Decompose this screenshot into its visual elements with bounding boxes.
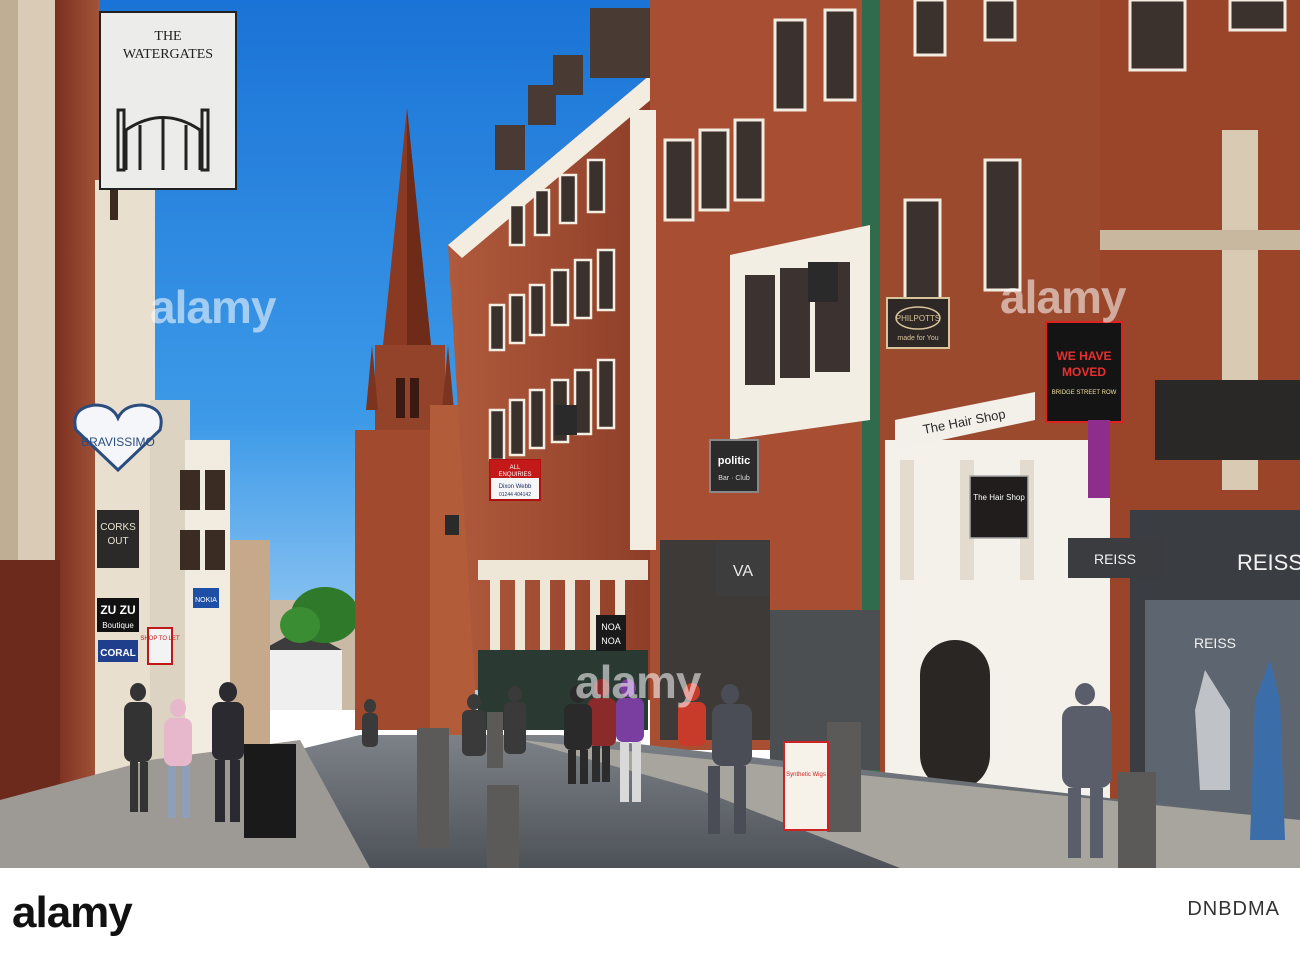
nokia-sign: NOKIA xyxy=(193,588,219,608)
footer-logo: alamy xyxy=(12,888,133,937)
we-have-line1: WE HAVE xyxy=(1056,349,1111,363)
coral-sign: CORAL xyxy=(98,640,138,662)
reiss-window-text: REISS xyxy=(1194,635,1236,651)
purple-banner xyxy=(1088,420,1110,498)
street-photo: THE WATERGATES BRAVISSIMO CORKS OUT ZU Z… xyxy=(0,0,1300,868)
noa-line1: NOA xyxy=(601,622,621,632)
litter-bin xyxy=(244,744,296,838)
watergates-line1: THE xyxy=(154,29,181,44)
reiss-sign-text: REISS xyxy=(1094,551,1136,567)
all-enquiries-line2: ENQUIRIES xyxy=(498,472,531,478)
agent-name: Dixon Webb xyxy=(499,484,532,490)
politic-sign: politic Bar · Club xyxy=(709,439,759,493)
we-have-moved-sign: WE HAVE MOVED BRIDGE STREET ROW xyxy=(1045,321,1123,423)
we-have-line2: MOVED xyxy=(1062,365,1106,379)
all-enquiries-line1: ALL xyxy=(510,465,521,471)
bravissimo-text: BRAVISSIMO xyxy=(81,435,155,449)
philpotts-sub: made for You xyxy=(897,335,938,342)
wigs-board-text: Synthetic Wigs xyxy=(786,772,826,778)
corks-out-line2: OUT xyxy=(107,536,128,547)
philpotts-sign: PHILPOTTS made for You xyxy=(886,297,950,349)
politic-text: politic xyxy=(718,455,750,467)
reiss-fascia-text: REISS xyxy=(1237,550,1300,575)
corks-out-sign: CORKS OUT xyxy=(97,510,139,568)
watergates-sign: THE WATERGATES xyxy=(99,11,237,190)
zu-zu-sign: ZU ZU Boutique xyxy=(97,598,139,632)
watergates-line2: WATERGATES xyxy=(123,47,213,62)
reiss-hanging-sign: REISS xyxy=(1068,538,1163,578)
corks-out-line1: CORKS xyxy=(100,522,136,533)
noa-noa-sign: NOA NOA xyxy=(596,615,626,651)
va-sign: VA xyxy=(716,542,770,596)
hair-shop-sign-text: The Hair Shop xyxy=(973,493,1025,502)
wigs-board xyxy=(783,741,829,831)
philpotts-text: PHILPOTTS xyxy=(896,314,940,323)
image-id: DNBDMA xyxy=(1187,898,1280,920)
zu-zu-boutique: Boutique xyxy=(102,621,134,630)
coral-text: CORAL xyxy=(100,648,136,659)
footer-bar: alamy DNBDMA xyxy=(0,868,1300,957)
we-have-line3: BRIDGE STREET ROW xyxy=(1052,390,1117,396)
zu-zu-text: ZU ZU xyxy=(100,603,135,617)
hair-shop-sign: The Hair Shop xyxy=(969,475,1029,539)
noa-line2: NOA xyxy=(601,636,621,646)
politic-sub: Bar · Club xyxy=(718,475,750,482)
agent-phone: 01244 404142 xyxy=(499,492,531,498)
shop-to-let-text: SHOP TO LET xyxy=(140,636,180,642)
street-scene: THE WATERGATES BRAVISSIMO CORKS OUT ZU Z… xyxy=(0,0,1300,868)
nokia-text: NOKIA xyxy=(195,597,217,604)
va-text: VA xyxy=(733,563,753,580)
all-enquiries-sign: ALL ENQUIRIES Dixon Webb 01244 404142 xyxy=(489,459,541,501)
